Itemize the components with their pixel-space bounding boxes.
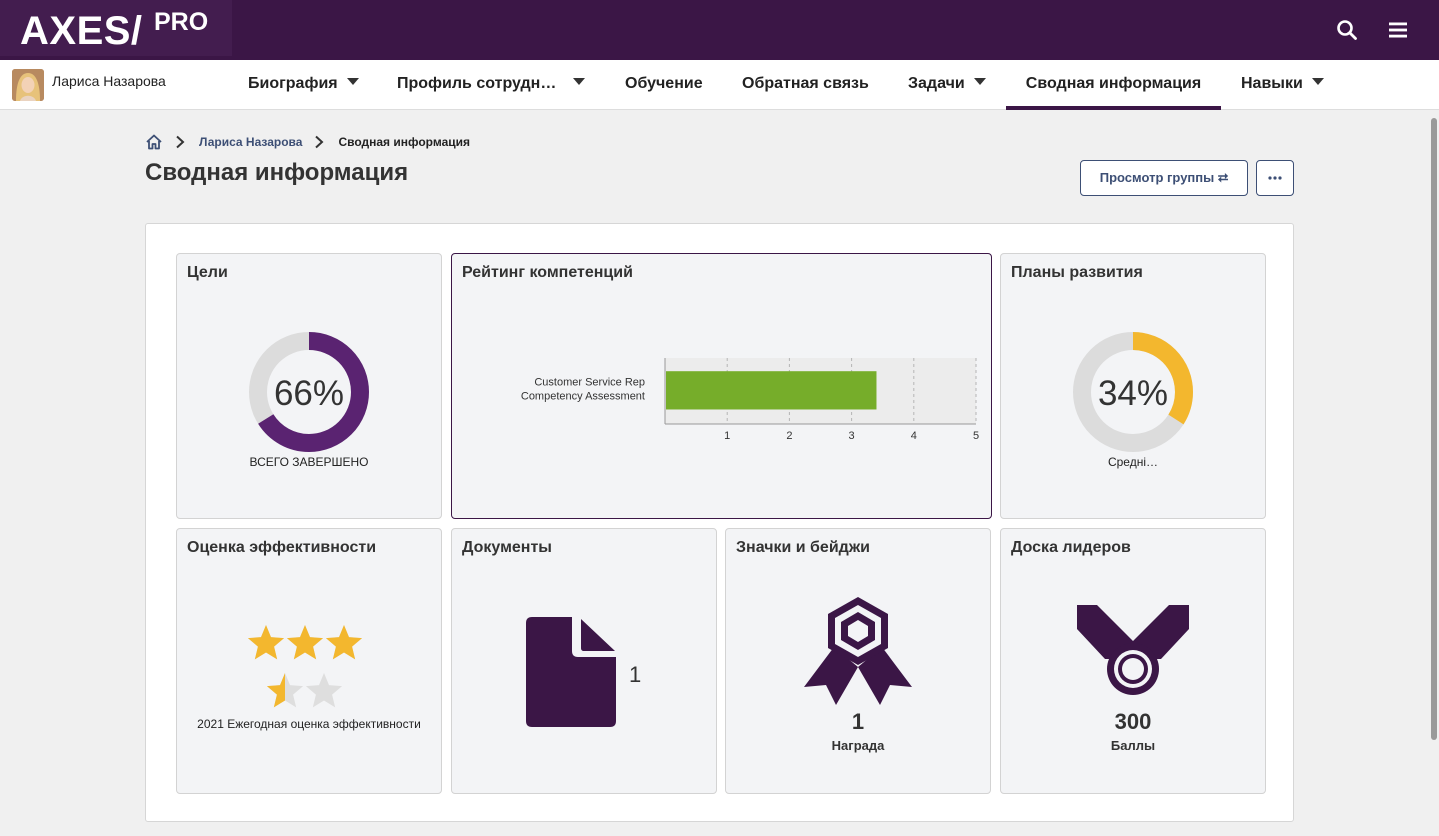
tile-title: Оценка эффективности xyxy=(187,539,377,556)
chart-x-tick-label: 3 xyxy=(849,430,855,442)
chevron-right-icon xyxy=(176,135,185,149)
nav-tab-label: Профиль сотрудн… xyxy=(397,75,557,92)
nav-tab-label: Биография xyxy=(248,75,338,92)
medal-icon xyxy=(1077,605,1189,695)
nav-tab-label: Обратная связь xyxy=(742,75,869,92)
development-caption: Средні… xyxy=(1107,455,1159,469)
star-filled-icon xyxy=(286,625,324,660)
competency-bar-chart: 1 2 3 4 5 Customer Service Rep Competency Asse… xyxy=(521,358,979,442)
logo-text: AXES/ xyxy=(20,9,143,53)
award-ribbon-icon xyxy=(804,597,912,705)
nav-tab-feedback[interactable]: Обратная связь xyxy=(742,60,869,110)
chevron-down-icon xyxy=(973,78,986,86)
leaderboard-points: 300 xyxy=(1114,709,1152,734)
leaderboard-caption: Баллы xyxy=(1110,738,1156,753)
chart-x-tick-label: 2 xyxy=(786,430,792,442)
top-bar: AXES/ PRO xyxy=(0,0,1439,60)
summary-panel: Цели 66% ВСЕГО ЗАВЕРШЕНО Рейтинг компете… xyxy=(145,223,1294,822)
goals-tile[interactable]: Цели 66% ВСЕГО ЗАВЕРШЕНО xyxy=(176,253,442,519)
nav-tab-employee-profile[interactable]: Профиль сотрудн… xyxy=(397,60,586,110)
development-progress-donut: 34% xyxy=(1073,332,1193,452)
chevron-down-icon xyxy=(573,78,586,86)
nav-tab-tasks[interactable]: Задачи xyxy=(908,60,986,110)
chevron-right-icon xyxy=(315,135,324,149)
goals-caption: ВСЕГО ЗАВЕРШЕНО xyxy=(249,455,369,469)
tile-title: Значки и бейджи xyxy=(736,539,870,556)
group-view-button[interactable]: Просмотр группы ⮂ xyxy=(1080,160,1248,196)
chevron-down-icon xyxy=(1311,78,1324,86)
chart-x-tick-label: 5 xyxy=(973,430,979,442)
nav-tab-label: Сводная информация xyxy=(1025,75,1202,92)
development-percent: 34% xyxy=(1098,374,1168,413)
chart-x-tick-label: 4 xyxy=(911,430,917,442)
star-rating xyxy=(247,625,363,708)
performance-review-tile[interactable]: Оценка эффективности 2021 Ежегодная оцен… xyxy=(176,528,442,794)
badges-tile[interactable]: Значки и бейджи 1 Награда xyxy=(725,528,991,794)
group-view-label: Просмотр группы ⮂ xyxy=(1099,170,1229,185)
nav-tab-label: Обучение xyxy=(625,75,703,92)
documents-tile[interactable]: Документы 1 xyxy=(451,528,717,794)
page-title: Сводная информация xyxy=(145,159,409,186)
hamburger-menu-icon[interactable] xyxy=(1386,18,1410,42)
nav-tab-biography[interactable]: Биография xyxy=(248,60,359,110)
badges-count: 1 xyxy=(851,709,865,734)
chart-bar xyxy=(666,371,877,410)
documents-count: 1 xyxy=(629,662,642,687)
more-options-button[interactable] xyxy=(1256,160,1294,196)
nav-tab-label: Навыки xyxy=(1241,75,1303,92)
goals-progress-donut: 66% xyxy=(249,332,369,452)
star-icon xyxy=(305,673,343,708)
leaderboard-tile[interactable]: Доска лидеров 300 Баллы xyxy=(1000,528,1266,794)
user-avatar[interactable] xyxy=(12,69,44,101)
goals-percent: 66% xyxy=(274,374,344,413)
document-icon xyxy=(526,617,616,727)
nav-tab-summary[interactable]: Сводная информация xyxy=(1006,60,1221,110)
chart-x-tick-label: 1 xyxy=(724,430,730,442)
star-filled-icon xyxy=(247,625,285,660)
tile-title: Документы xyxy=(462,539,552,556)
user-name[interactable]: Лариса Назарова xyxy=(52,73,166,89)
performance-caption: 2021 Ежегодная оценка эффективности xyxy=(197,717,421,731)
page-scrollbar[interactable] xyxy=(1431,118,1437,740)
breadcrumb: Лариса Назарова Сводная информация xyxy=(145,131,470,153)
tile-title: Доска лидеров xyxy=(1011,539,1131,556)
nav-tab-learning[interactable]: Обучение xyxy=(625,60,703,110)
competency-rating-tile[interactable]: Рейтинг компетенций 1 2 3 4 5 Customer Servic… xyxy=(451,253,992,519)
chevron-down-icon xyxy=(346,78,359,86)
more-dots-icon xyxy=(1268,176,1282,180)
nav-tab-label: Задачи xyxy=(908,75,965,92)
profile-nav-bar: Лариса Назарова Биография Профиль сотруд… xyxy=(0,60,1439,110)
nav-tab-skills[interactable]: Навыки xyxy=(1241,60,1324,110)
search-icon[interactable] xyxy=(1335,18,1359,42)
breadcrumb-user-link[interactable]: Лариса Назарова xyxy=(199,135,302,149)
tile-title: Планы развития xyxy=(1011,264,1143,281)
badges-caption: Награда xyxy=(831,738,885,753)
chart-category-label: Customer Service Rep xyxy=(534,376,645,388)
breadcrumb-current: Сводная информация xyxy=(338,135,471,149)
chart-category-label: Competency Assessment xyxy=(521,390,645,402)
development-plans-tile[interactable]: Планы развития 34% Средні… xyxy=(1000,253,1266,519)
app-logo[interactable]: AXES/ PRO xyxy=(0,0,232,56)
logo-pro-text: PRO xyxy=(154,8,209,36)
star-filled-icon xyxy=(325,625,363,660)
home-icon[interactable] xyxy=(145,133,163,151)
tile-title: Цели xyxy=(187,264,228,281)
